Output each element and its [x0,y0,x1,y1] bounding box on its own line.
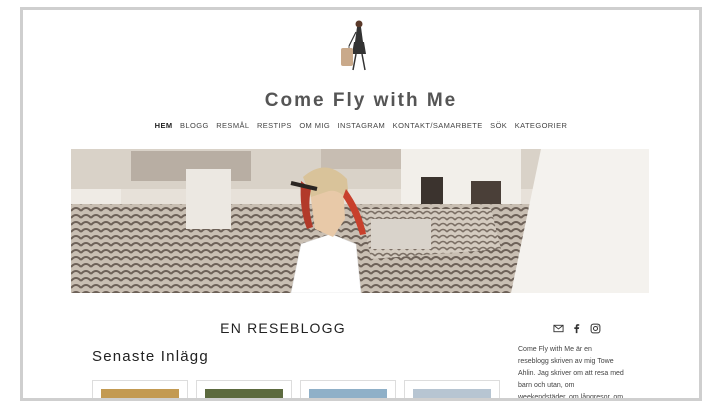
nav-item-instagram[interactable]: INSTAGRAM [338,121,386,130]
mail-icon[interactable] [553,323,564,334]
traveler-logo[interactable] [333,18,383,78]
facebook-icon[interactable] [571,323,582,334]
post-thumbnail[interactable] [196,380,292,398]
latest-posts-heading: Senaste Inlägg [92,348,209,365]
bio-line: Come Fly with Me är en [518,346,592,353]
bio-line: weekendstäder, om långresor, om [518,394,624,401]
post-thumbnail[interactable] [300,380,396,398]
nav-item-blogg[interactable]: BLOGG [180,121,209,130]
site-title[interactable]: Come Fly with Me [23,90,699,112]
nav-item-om-mig[interactable]: OM MIG [299,121,330,130]
nav-item-sok[interactable]: SÖK [490,121,507,130]
instagram-icon[interactable] [590,323,601,334]
post-thumbnail[interactable] [92,380,188,398]
nav-item-resmal[interactable]: RESMÅL [216,121,249,130]
nav-item-hem[interactable]: HEM [155,121,173,130]
main-nav: HEM BLOGG RESMÅL RESTIPS OM MIG INSTAGRA… [23,121,699,130]
main-heading: EN RESEBLOGG [220,320,346,336]
author-bio: Come Fly with Me är en reseblogg skriven… [518,344,634,401]
bio-line: reseblogg skriven av mig Towe [518,358,614,365]
bio-line: Ahlin. Jag skriver om att resa med [518,370,624,377]
nav-item-kontakt[interactable]: KONTAKT/SAMARBETE [393,121,483,130]
page-frame: Come Fly with Me HEM BLOGG RESMÅL RESTIP… [20,7,702,401]
bio-line: barn och utan, om [518,382,575,389]
nav-item-restips[interactable]: RESTIPS [257,121,292,130]
hero-image [71,149,649,293]
nav-item-kategorier[interactable]: KATEGORIER [515,121,568,130]
post-thumbnail[interactable] [404,380,500,398]
social-links [553,320,604,338]
